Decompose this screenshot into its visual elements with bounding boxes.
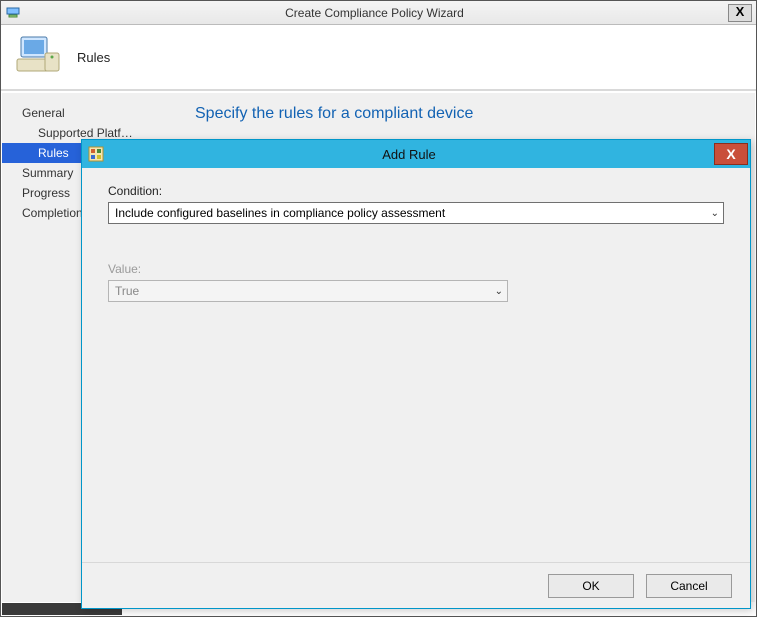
condition-dropdown[interactable]: Include configured baselines in complian…: [108, 202, 724, 224]
value-label: Value:: [108, 262, 724, 276]
content-heading: Specify the rules for a compliant device: [195, 105, 737, 123]
computer-icon: [15, 33, 63, 81]
add-rule-body: Condition: Include configured baselines …: [82, 168, 750, 562]
condition-label: Condition:: [108, 184, 724, 198]
dialog-system-icon: [88, 146, 104, 162]
add-rule-title-text: Add Rule: [104, 147, 714, 162]
value-dropdown: True ⌄: [108, 280, 508, 302]
condition-dropdown-text: Include configured baselines in complian…: [115, 206, 711, 220]
cancel-button[interactable]: Cancel: [646, 574, 732, 598]
wizard-title-bar: Create Compliance Policy Wizard X: [1, 1, 756, 25]
chevron-down-icon: ⌄: [495, 286, 503, 297]
wizard-close-button[interactable]: X: [728, 4, 752, 22]
wizard-title-text: Create Compliance Policy Wizard: [21, 6, 728, 20]
add-rule-footer: OK Cancel: [82, 562, 750, 608]
nav-item-general[interactable]: General: [2, 103, 177, 123]
wizard-header: Rules: [1, 25, 756, 91]
wizard-window: Create Compliance Policy Wizard X Rules …: [0, 0, 757, 617]
add-rule-dialog: Add Rule X Condition: Include configured…: [81, 139, 751, 609]
wizard-page-name: Rules: [77, 50, 110, 65]
add-rule-title-bar: Add Rule X: [82, 140, 750, 168]
value-dropdown-text: True: [115, 284, 495, 298]
wizard-system-icon: [5, 5, 21, 21]
add-rule-close-button[interactable]: X: [714, 143, 748, 165]
ok-button[interactable]: OK: [548, 574, 634, 598]
chevron-down-icon: ⌄: [711, 208, 719, 219]
